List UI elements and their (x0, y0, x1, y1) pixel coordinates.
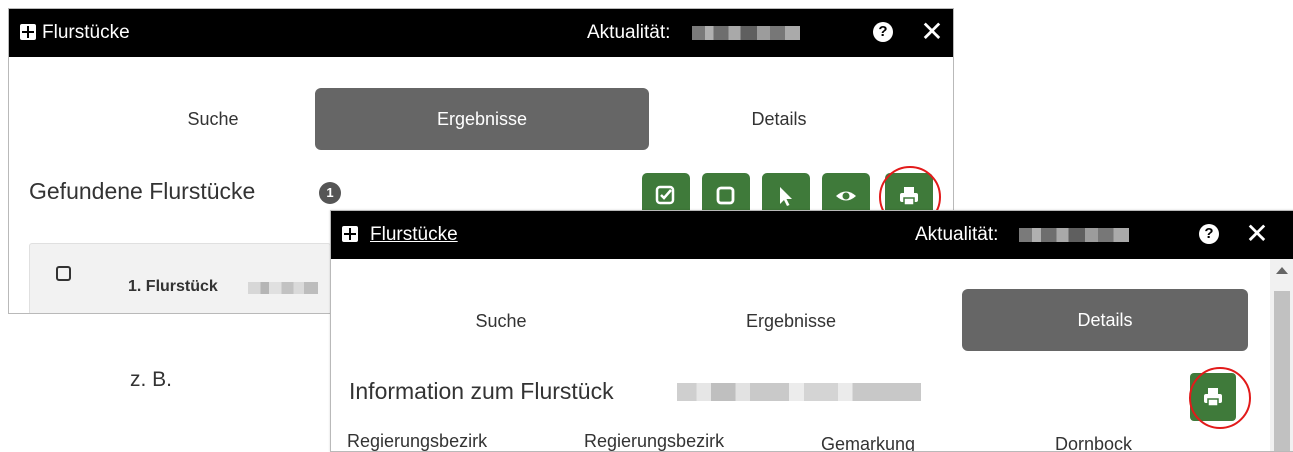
attribute-header: Gemarkung (821, 434, 916, 452)
list-item[interactable]: 1. Flurstück (29, 243, 331, 313)
flurstuecke-panel-details: Flurstücke Aktualität: ? ✕ Suche Ergebni… (330, 210, 1293, 452)
tab-details[interactable]: Details (962, 289, 1248, 351)
table-grid-icon (20, 24, 36, 40)
square-icon (716, 186, 735, 205)
tab-ergebnisse[interactable]: Ergebnisse (315, 88, 649, 150)
close-icon[interactable]: ✕ (920, 17, 944, 47)
panel-title-link[interactable]: Flurstücke (370, 224, 458, 246)
panel-title: Flurstücke (42, 22, 130, 43)
redacted-date (1019, 228, 1129, 242)
attribute-header: Regierungsbezirk (347, 431, 488, 451)
pointer-icon (780, 187, 792, 206)
close-icon[interactable]: ✕ (1245, 219, 1269, 249)
redacted-parcel-id (248, 282, 318, 294)
details-heading: Information zum Flurstück (349, 378, 614, 404)
attribute-header: Regierungsbezirk (584, 431, 725, 451)
caption-example: z. B. (130, 368, 173, 391)
redacted-date (692, 26, 800, 40)
table-grid-icon (342, 226, 358, 242)
eye-icon (836, 191, 856, 201)
help-icon[interactable]: ? (873, 22, 893, 42)
date-label: Aktualität: (915, 224, 999, 245)
vertical-scrollbar[interactable] (1270, 259, 1293, 451)
scroll-thumb[interactable] (1274, 291, 1290, 451)
redacted-parcel-number (677, 383, 921, 401)
date-label: Aktualität: (587, 22, 671, 43)
tab-details[interactable]: Details (659, 88, 899, 150)
panel-titlebar: Flurstücke Aktualität: ? ✕ (9, 9, 953, 57)
row-checkbox[interactable] (56, 266, 71, 281)
panel-titlebar: Flurstücke Aktualität: ? ✕ (331, 211, 1293, 259)
tab-suche[interactable]: Suche (93, 88, 333, 150)
check-square-icon (655, 185, 675, 205)
result-item-label: 1. Flurstück (128, 278, 218, 295)
attribute-header: Dornbock (1055, 434, 1133, 452)
help-icon[interactable]: ? (1199, 224, 1219, 244)
tab-suche[interactable]: Suche (381, 290, 621, 352)
highlight-ring (1189, 367, 1251, 429)
result-count-badge: 1 (319, 182, 341, 204)
results-heading: Gefundene Flurstücke (29, 178, 256, 204)
tab-ergebnisse[interactable]: Ergebnisse (671, 290, 911, 352)
scroll-up-arrow-icon[interactable] (1276, 267, 1288, 274)
